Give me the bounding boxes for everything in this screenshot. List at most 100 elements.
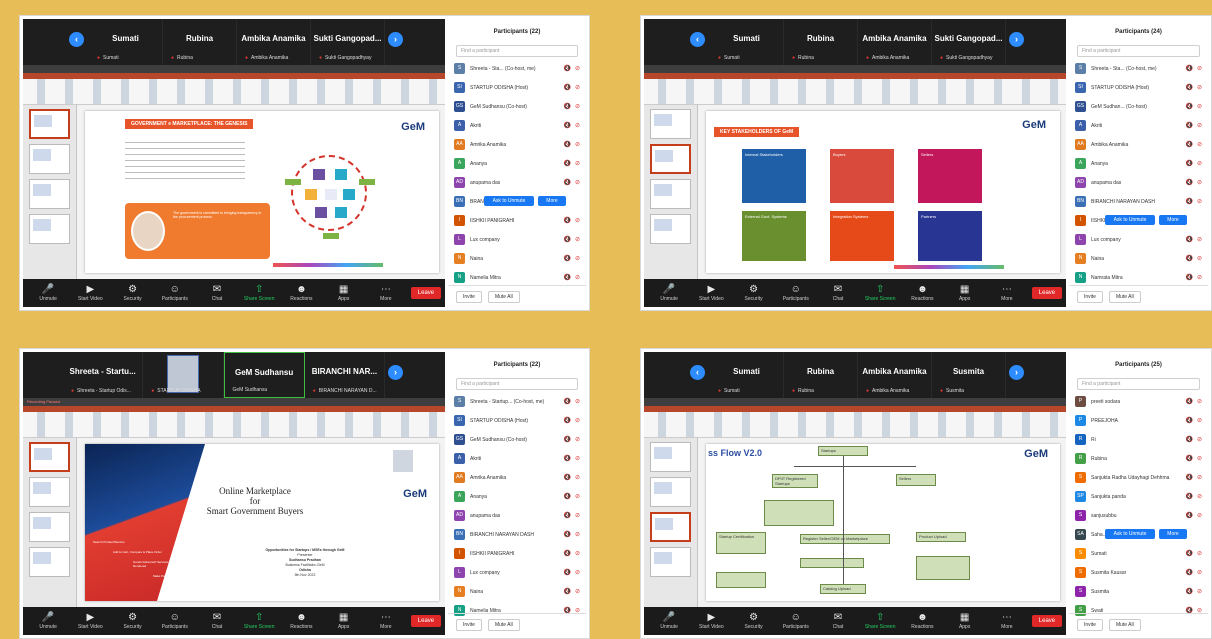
reactions-button[interactable]: ☻ Reactions bbox=[901, 284, 943, 302]
next-page-arrow-icon[interactable]: › bbox=[388, 365, 403, 380]
slide-thumbnail[interactable] bbox=[650, 477, 691, 507]
slide-thumbnail[interactable] bbox=[29, 442, 70, 472]
mic-muted-icon[interactable]: 🔇 bbox=[563, 122, 570, 129]
chat-button[interactable]: ✉ Chat bbox=[196, 612, 238, 630]
video-off-icon[interactable]: ⊘ bbox=[575, 160, 580, 167]
start-video-button[interactable]: ▶ Start Video bbox=[69, 284, 111, 302]
video-off-icon[interactable]: ⊘ bbox=[575, 236, 580, 243]
participant-row[interactable]: AD anupama das 🔇 ⊘ bbox=[1069, 173, 1208, 192]
mic-muted-icon[interactable]: 🔇 bbox=[1185, 588, 1192, 595]
participant-row[interactable]: N Naina 🔇 ⊘ bbox=[448, 249, 586, 268]
participant-row[interactable]: S Shreeta - Sta... (Co-host, me) 🔇 ⊘ bbox=[448, 59, 586, 78]
mic-muted-icon[interactable]: 🔇 bbox=[1185, 103, 1192, 110]
video-tile[interactable]: Ambika Anamika ● Ambika Anamika bbox=[858, 352, 932, 398]
video-tile[interactable]: ● STARTUP ODISHA bbox=[143, 352, 224, 398]
participant-row[interactable]: A Akriti 🔇 ⊘ bbox=[448, 116, 586, 135]
participants-button[interactable]: ☺ Participants bbox=[154, 284, 196, 302]
video-off-icon[interactable]: ⊘ bbox=[575, 588, 580, 595]
apps-button[interactable]: ▦ Apps bbox=[944, 284, 986, 302]
share-screen-button[interactable]: ⇧ Share Screen bbox=[238, 284, 280, 302]
participant-row[interactable]: GS GeM Sudhansu (Co-host) 🔇 ⊘ bbox=[448, 97, 586, 116]
video-off-icon[interactable]: ⊘ bbox=[1197, 588, 1202, 595]
video-off-icon[interactable]: ⊘ bbox=[575, 84, 580, 91]
video-off-icon[interactable]: ⊘ bbox=[575, 531, 580, 538]
video-off-icon[interactable]: ⊘ bbox=[1197, 493, 1202, 500]
participants-button[interactable]: ☺ Participants bbox=[775, 612, 817, 630]
mic-muted-icon[interactable]: 🔇 bbox=[563, 512, 570, 519]
participant-row[interactable]: Ssanjusubbu 🔇 ⊘ bbox=[1069, 506, 1208, 525]
mic-muted-icon[interactable]: 🔇 bbox=[563, 274, 570, 281]
mic-muted-icon[interactable]: 🔇 bbox=[563, 141, 570, 148]
video-tile[interactable]: Ambika Anamika ● Ambika Anamika bbox=[237, 19, 311, 65]
participant-row[interactable]: GS GeM Sudhan... (Co-host) 🔇 ⊘ bbox=[1069, 97, 1208, 116]
participant-row[interactable]: A Ananya 🔇 ⊘ bbox=[1069, 154, 1208, 173]
participant-row[interactable]: I IISHKII PANIGRAHI 🔇 ⊘ bbox=[448, 544, 586, 563]
slide-thumbnail[interactable] bbox=[29, 477, 70, 507]
mic-muted-icon[interactable]: 🔇 bbox=[1185, 550, 1192, 557]
video-off-icon[interactable]: ⊘ bbox=[575, 122, 580, 129]
video-off-icon[interactable]: ⊘ bbox=[1197, 512, 1202, 519]
video-off-icon[interactable]: ⊘ bbox=[1197, 122, 1202, 129]
reactions-button[interactable]: ☻ Reactions bbox=[901, 612, 943, 630]
security-button[interactable]: ⚙ Security bbox=[732, 612, 774, 630]
mic-muted-icon[interactable]: 🔇 bbox=[563, 84, 570, 91]
find-participant-input[interactable]: Find a participant bbox=[1077, 378, 1200, 390]
unmute-button[interactable]: 🎤 Unmute bbox=[27, 284, 69, 302]
more-options-button[interactable]: More bbox=[538, 196, 566, 206]
mic-muted-icon[interactable]: 🔇 bbox=[563, 398, 570, 405]
participant-row[interactable]: L Lux company 🔇 ⊘ bbox=[1069, 230, 1208, 249]
video-off-icon[interactable]: ⊘ bbox=[575, 569, 580, 576]
slide-thumbnail[interactable] bbox=[650, 214, 691, 244]
mic-muted-icon[interactable]: 🔇 bbox=[563, 493, 570, 500]
video-off-icon[interactable]: ⊘ bbox=[575, 141, 580, 148]
video-off-icon[interactable]: ⊘ bbox=[1197, 569, 1202, 576]
video-off-icon[interactable]: ⊘ bbox=[1197, 455, 1202, 462]
participant-row[interactable]: N Naina 🔇 ⊘ bbox=[448, 582, 586, 601]
participant-row[interactable]: BN BIRANCHI NARAYAN DASH 🔇 ⊘ bbox=[448, 525, 586, 544]
participant-row[interactable]: AD anupama das 🔇 ⊘ bbox=[448, 506, 586, 525]
chat-button[interactable]: ✉ Chat bbox=[817, 612, 859, 630]
mic-muted-icon[interactable]: 🔇 bbox=[1185, 398, 1192, 405]
security-button[interactable]: ⚙ Security bbox=[732, 284, 774, 302]
mic-muted-icon[interactable]: 🔇 bbox=[563, 455, 570, 462]
video-off-icon[interactable]: ⊘ bbox=[1197, 550, 1202, 557]
mute-all-button[interactable]: Mute All bbox=[1108, 618, 1141, 631]
video-off-icon[interactable]: ⊘ bbox=[1197, 474, 1202, 481]
start-video-button[interactable]: ▶ Start Video bbox=[690, 612, 732, 630]
video-off-icon[interactable]: ⊘ bbox=[1197, 236, 1202, 243]
video-tile[interactable]: BIRANCHI NAR... ● BIRANCHI NARAYAN D... bbox=[305, 352, 385, 398]
find-participant-input[interactable]: Find a participant bbox=[456, 45, 578, 57]
video-off-icon[interactable]: ⊘ bbox=[1197, 255, 1202, 262]
mic-muted-icon[interactable]: 🔇 bbox=[563, 474, 570, 481]
start-video-button[interactable]: ▶ Start Video bbox=[690, 284, 732, 302]
find-participant-input[interactable]: Find a participant bbox=[1077, 45, 1200, 57]
participant-row[interactable]: A Ananya 🔇 ⊘ bbox=[448, 487, 586, 506]
prev-page-arrow-icon[interactable]: ‹ bbox=[690, 365, 705, 380]
video-off-icon[interactable]: ⊘ bbox=[575, 512, 580, 519]
leave-button[interactable]: Leave bbox=[1031, 287, 1062, 299]
mic-muted-icon[interactable]: 🔇 bbox=[563, 179, 570, 186]
participant-row[interactable]: S Shreeta - Startup... (Co-host, me) 🔇 ⊘ bbox=[448, 392, 586, 411]
chat-button[interactable]: ✉ Chat bbox=[817, 284, 859, 302]
video-off-icon[interactable]: ⊘ bbox=[575, 179, 580, 186]
slide-thumbnails[interactable] bbox=[23, 438, 77, 607]
share-screen-button[interactable]: ⇧ Share Screen bbox=[238, 612, 280, 630]
video-tile[interactable]: Rubina ● Rubina bbox=[784, 19, 858, 65]
ppt-ribbon[interactable] bbox=[23, 79, 445, 105]
mic-muted-icon[interactable]: 🔇 bbox=[1185, 65, 1192, 72]
invite-button[interactable]: Invite bbox=[456, 618, 482, 631]
ppt-ribbon[interactable] bbox=[23, 412, 445, 438]
participant-row[interactable]: A Akriti 🔇 ⊘ bbox=[1069, 116, 1208, 135]
video-off-icon[interactable]: ⊘ bbox=[575, 274, 580, 281]
mic-muted-icon[interactable]: 🔇 bbox=[1185, 122, 1192, 129]
video-tile[interactable]: Sukti Gangopad... ● Sukti Gangopadhyay bbox=[932, 19, 1006, 65]
video-tile[interactable]: Rubina ● Rubina bbox=[163, 19, 237, 65]
mute-all-button[interactable]: Mute All bbox=[487, 618, 520, 631]
slide-thumbnail[interactable] bbox=[650, 547, 691, 577]
video-off-icon[interactable]: ⊘ bbox=[575, 103, 580, 110]
leave-button[interactable]: Leave bbox=[410, 615, 441, 627]
video-off-icon[interactable]: ⊘ bbox=[1197, 436, 1202, 443]
apps-button[interactable]: ▦ Apps bbox=[944, 612, 986, 630]
mic-muted-icon[interactable]: 🔇 bbox=[1185, 255, 1192, 262]
more-button[interactable]: ⋯ More bbox=[986, 284, 1028, 302]
